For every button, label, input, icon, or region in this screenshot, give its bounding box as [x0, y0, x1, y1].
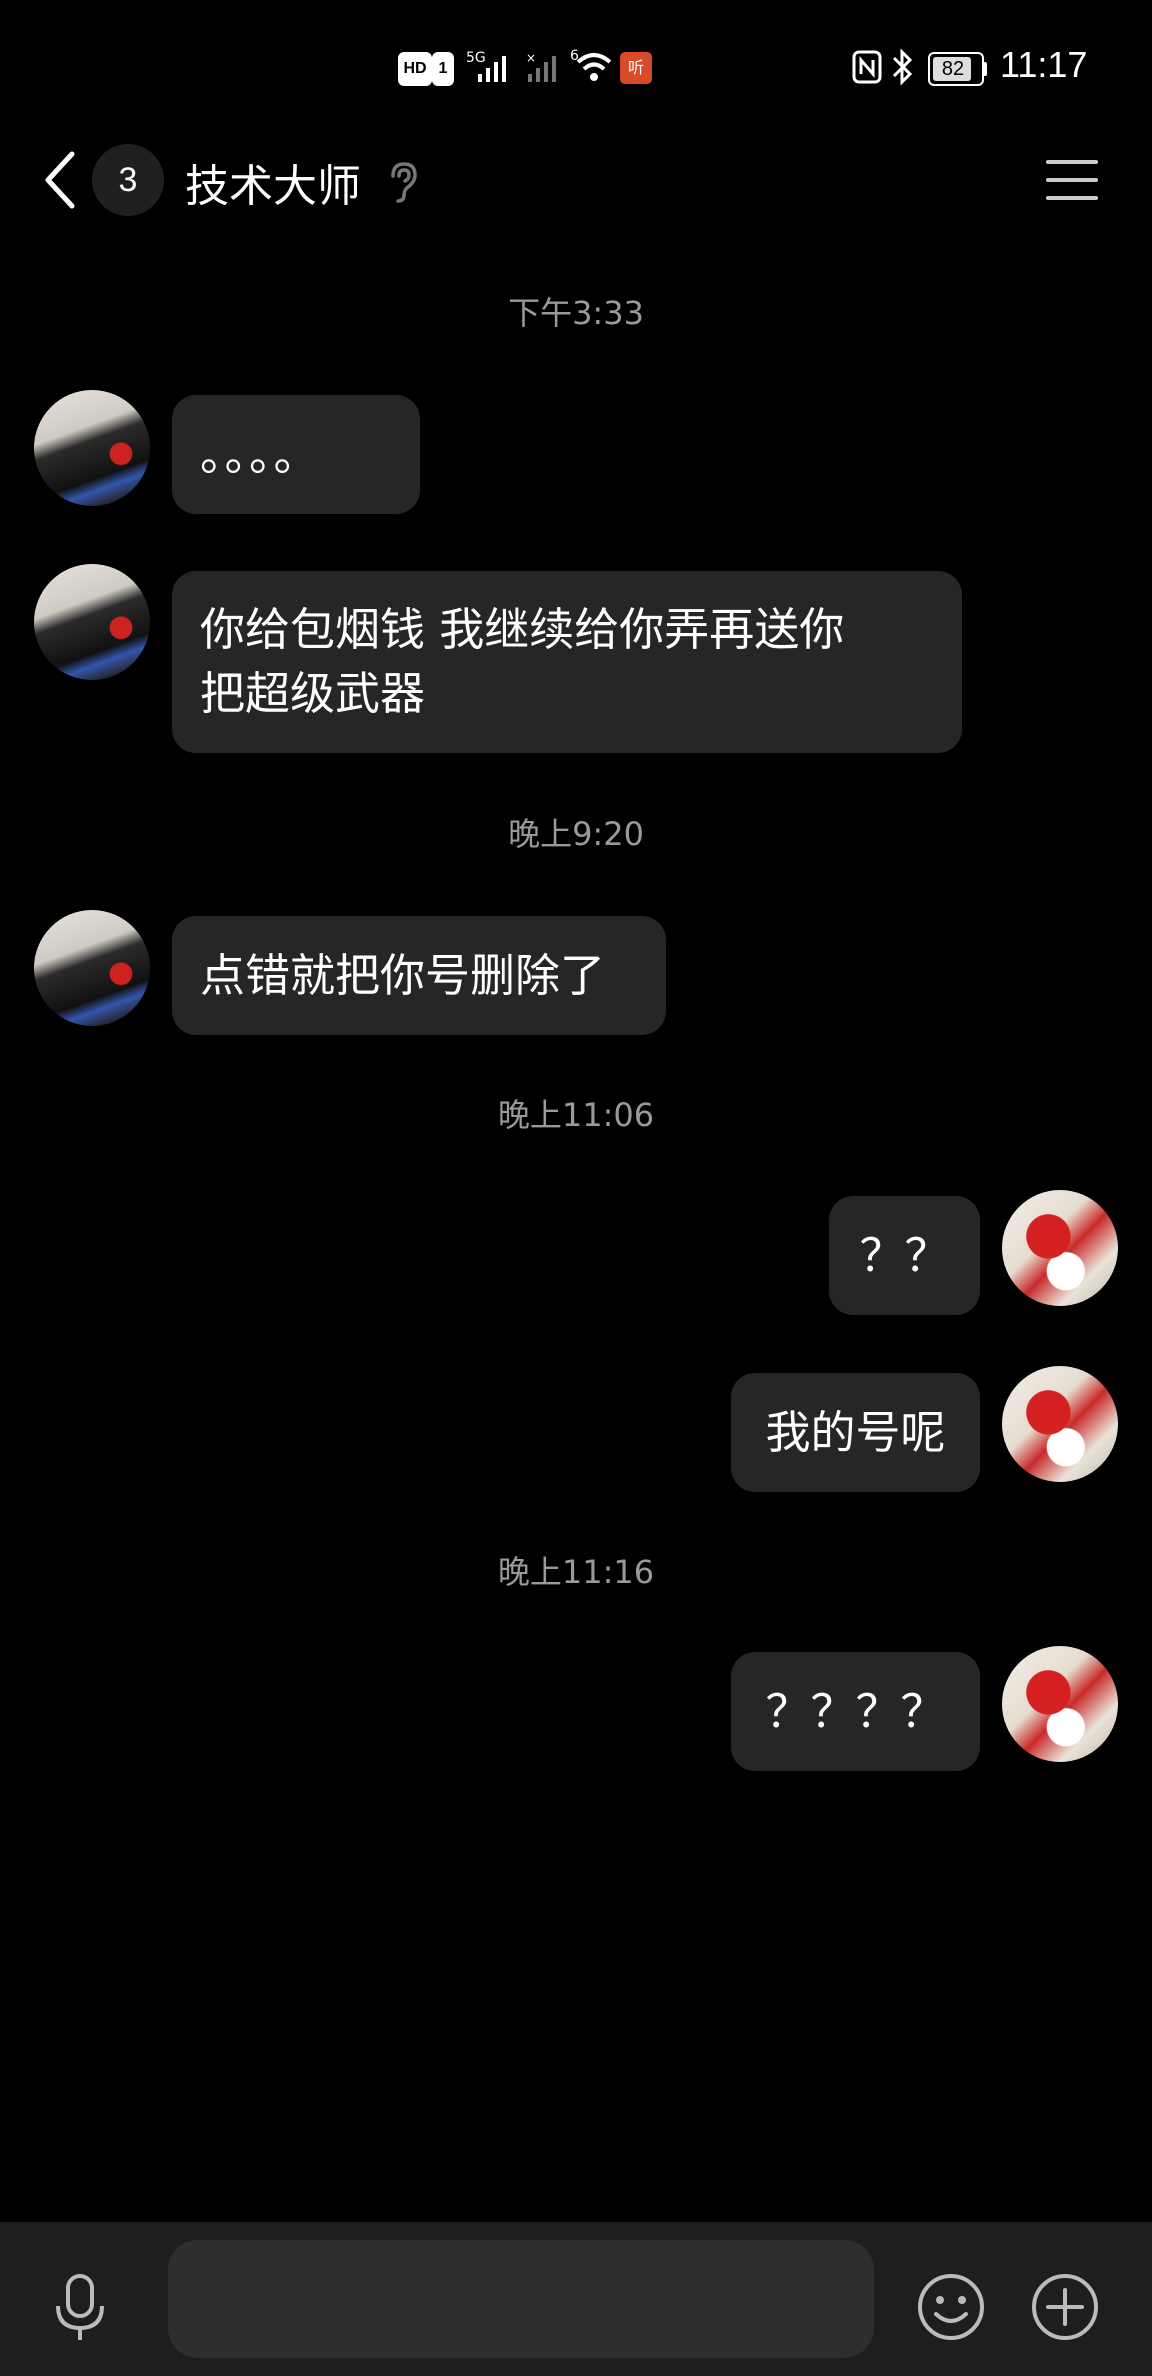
- message-line: 把超级武器: [200, 667, 426, 720]
- message-bubble-sent[interactable]: ？？: [829, 1196, 980, 1315]
- more-button[interactable]: [1030, 2272, 1100, 2342]
- signal-2-icon: ×: [526, 52, 556, 82]
- plus-circle-icon: [1032, 2274, 1098, 2340]
- message-bubble-received[interactable]: 。。。。: [172, 395, 420, 514]
- ear-icon[interactable]: [385, 160, 421, 204]
- wifi-icon: [576, 53, 612, 81]
- menu-icon: [1046, 160, 1098, 200]
- bluetooth-icon: [892, 48, 913, 86]
- back-button[interactable]: [40, 148, 80, 212]
- chevron-left-icon: [45, 151, 75, 209]
- signal-icon: [478, 56, 506, 82]
- chat-title[interactable]: 技术大师: [185, 150, 361, 214]
- contact-avatar[interactable]: [34, 910, 150, 1026]
- sim-badge: 1: [432, 52, 454, 86]
- emoji-button[interactable]: [916, 2272, 986, 2342]
- user-avatar[interactable]: [1002, 1190, 1118, 1306]
- nfc-icon: [852, 50, 882, 84]
- microphone-icon: [56, 2274, 104, 2340]
- timestamp: 晚上9:20: [508, 815, 644, 853]
- battery-level: 82: [941, 58, 965, 80]
- status-bar: HD 1 5G × 6 听 82 11:17: [0, 0, 1152, 130]
- voice-button[interactable]: [52, 2272, 108, 2344]
- battery-icon: 82: [928, 52, 987, 86]
- message-bubble-sent[interactable]: 我的号呢: [731, 1373, 980, 1492]
- message-line: 你给包烟钱 我继续给你弄再送你: [200, 603, 845, 656]
- message-bubble-sent[interactable]: ？？？？: [731, 1652, 980, 1771]
- contact-avatar[interactable]: [34, 390, 150, 506]
- app-notification-icon: 听: [620, 52, 652, 84]
- message-bubble-received[interactable]: 你给包烟钱 我继续给你弄再送你 把超级武器: [172, 571, 962, 753]
- menu-button[interactable]: [1044, 158, 1100, 202]
- contact-avatar[interactable]: [34, 564, 150, 680]
- chat-header: [0, 130, 1152, 230]
- unread-count-badge[interactable]: 3: [92, 144, 164, 216]
- user-avatar[interactable]: [1002, 1366, 1118, 1482]
- smiley-icon: [918, 2274, 984, 2340]
- message-input[interactable]: [168, 2240, 874, 2358]
- clock: 11:17: [1000, 44, 1088, 85]
- timestamp: 下午3:33: [508, 294, 644, 332]
- svg-text:×: ×: [526, 52, 536, 65]
- hd-badge: HD: [398, 52, 432, 86]
- timestamp: 晚上11:16: [497, 1553, 655, 1591]
- user-avatar[interactable]: [1002, 1646, 1118, 1762]
- message-bubble-received[interactable]: 点错就把你号删除了: [172, 916, 666, 1035]
- timestamp: 晚上11:06: [497, 1096, 655, 1134]
